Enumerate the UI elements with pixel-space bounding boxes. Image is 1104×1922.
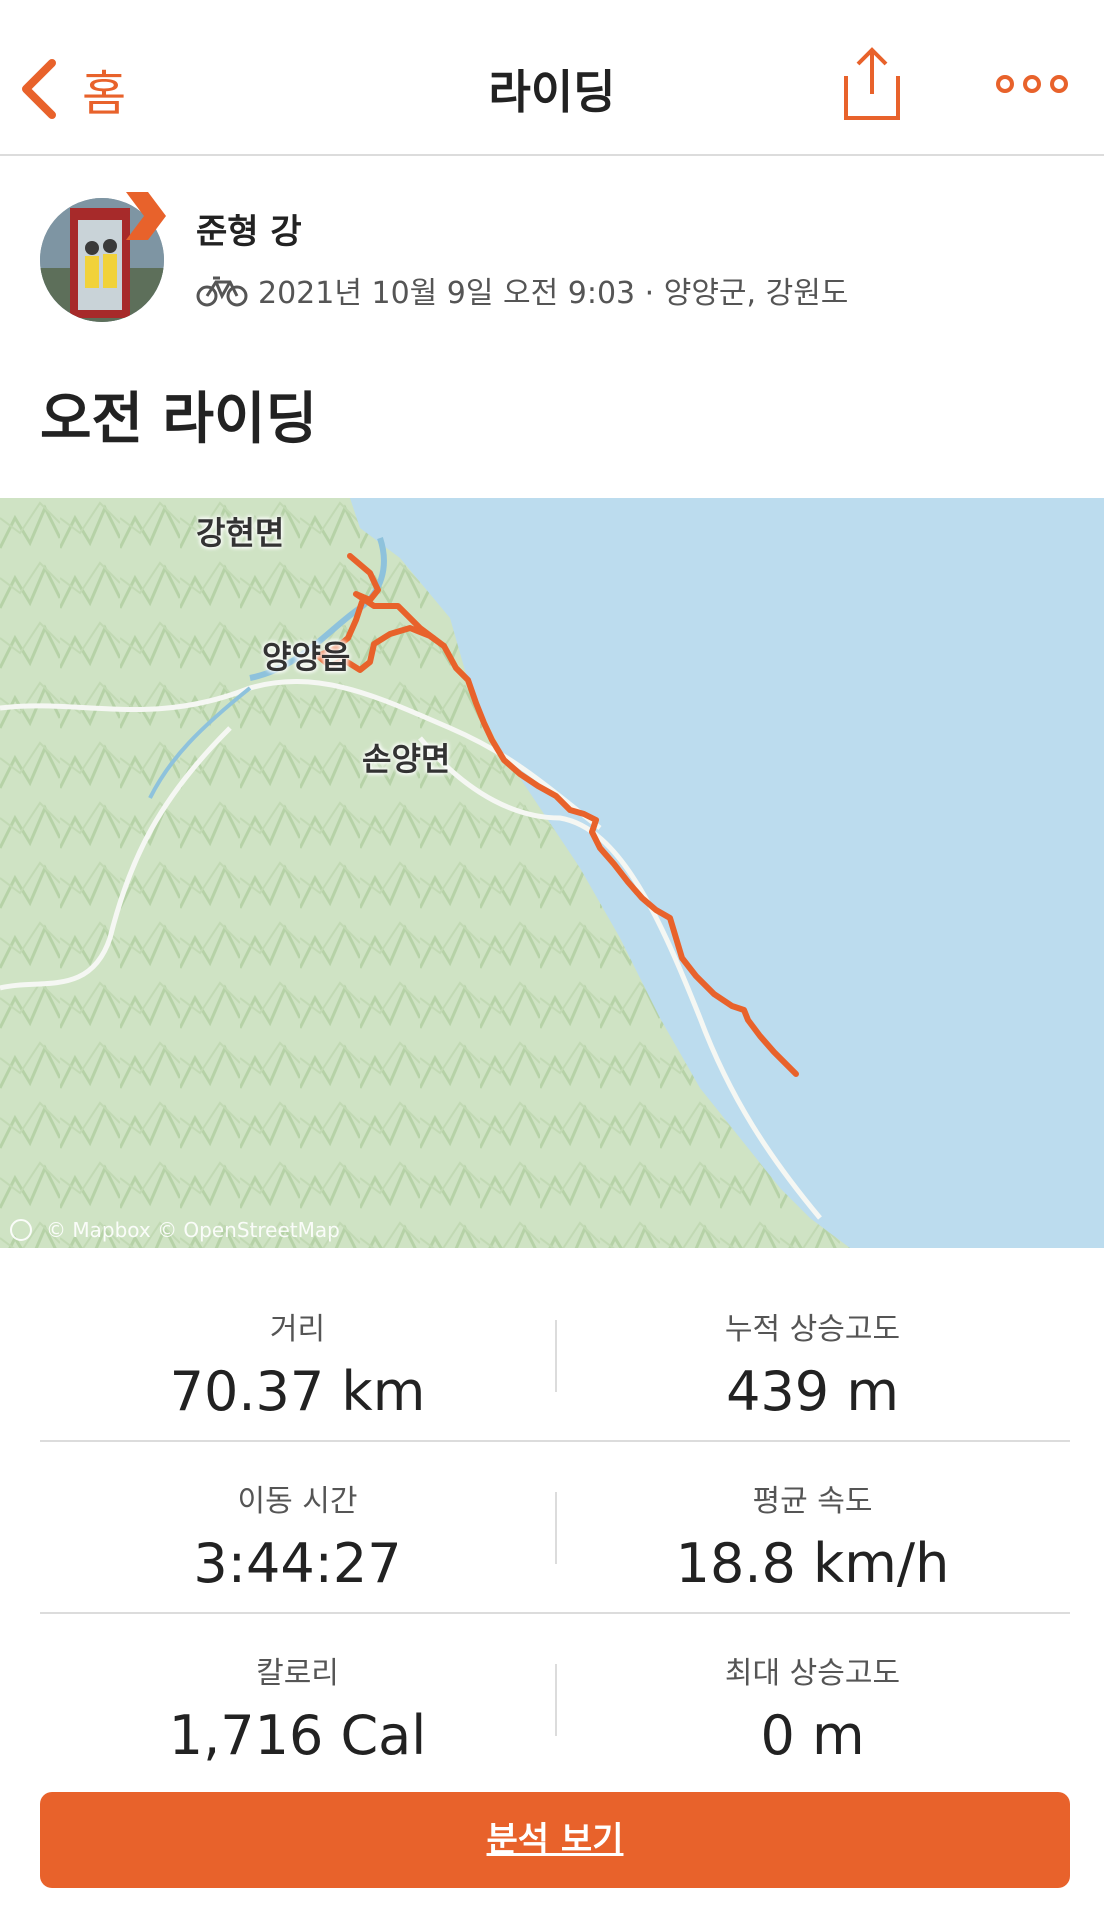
stat-value: 3:44:27 [193, 1532, 402, 1595]
stat-value: 18.8 km/h [675, 1532, 950, 1595]
page-title: 라이딩 [488, 65, 616, 119]
stat-value: 1,716 Cal [168, 1704, 427, 1767]
stats-row: 거리 70.37 km 누적 상승고도 439 m [40, 1270, 1070, 1442]
more-options-icon[interactable] [995, 66, 1069, 102]
stat-calories: 칼로리 1,716 Cal [40, 1614, 555, 1767]
map-attribution[interactable]: © Mapbox © OpenStreetMap [10, 1218, 340, 1242]
stat-label: 칼로리 [256, 1656, 339, 1691]
place-label: 손양면 [362, 740, 451, 778]
attribution-text: © Mapbox © OpenStreetMap [46, 1218, 340, 1242]
stat-value: 439 m [726, 1360, 899, 1423]
route-map[interactable]: 강현면 양양읍 손양면 [0, 498, 1104, 1248]
place-label: 강현면 [196, 514, 285, 552]
stats-grid: 거리 70.37 km 누적 상승고도 439 m 이동 시간 3:44:27 … [40, 1270, 1070, 1784]
stat-elevation-gain: 누적 상승고도 439 m [555, 1270, 1070, 1423]
athlete-name[interactable]: 준형 강 [196, 204, 302, 253]
stat-distance: 거리 70.37 km [40, 1270, 555, 1423]
stat-label: 누적 상승고도 [724, 1312, 901, 1347]
stats-row: 칼로리 1,716 Cal 최대 상승고도 0 m [40, 1614, 1070, 1784]
activity-title: 오전 라이딩 [40, 387, 318, 452]
stat-label: 최대 상승고도 [724, 1656, 901, 1691]
share-icon[interactable] [842, 46, 902, 122]
activity-meta: 2021년 10월 9일 오전 9:03 · 양양군, 강원도 [196, 268, 848, 312]
stat-label: 이동 시간 [237, 1484, 358, 1519]
stat-average-speed: 평균 속도 18.8 km/h [555, 1442, 1070, 1595]
stat-value: 70.37 km [169, 1360, 426, 1423]
stat-label: 평균 속도 [752, 1484, 873, 1519]
bike-icon [196, 276, 248, 307]
stat-max-elevation: 최대 상승고도 0 m [555, 1614, 1070, 1767]
top-navigation-bar: 홈 라이딩 [0, 0, 1104, 156]
map-canvas [0, 498, 1104, 1248]
mapbox-logo-icon [10, 1219, 32, 1241]
stat-value: 0 m [760, 1704, 865, 1767]
activity-date-location: 2021년 10월 9일 오전 9:03 · 양양군, 강원도 [258, 276, 849, 311]
view-analysis-button[interactable]: 분석 보기 [40, 1792, 1070, 1888]
subscriber-badge-icon [126, 192, 166, 240]
stats-row: 이동 시간 3:44:27 평균 속도 18.8 km/h [40, 1442, 1070, 1614]
stat-label: 거리 [269, 1312, 326, 1347]
place-label: 양양읍 [262, 638, 351, 676]
stat-moving-time: 이동 시간 3:44:27 [40, 1442, 555, 1595]
